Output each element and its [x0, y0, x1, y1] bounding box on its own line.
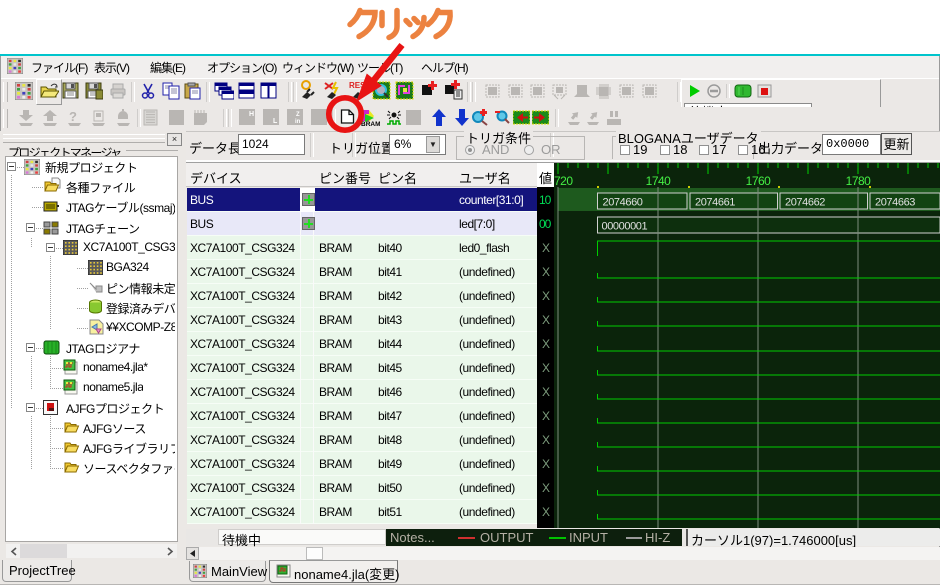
svg-text:1780: 1780 — [846, 174, 872, 188]
svg-text:2074663: 2074663 — [875, 197, 915, 209]
svg-text:H: H — [249, 111, 254, 118]
svg-text:2074660: 2074660 — [603, 197, 643, 209]
svg-text:00000001: 00000001 — [602, 221, 648, 233]
svg-text:1740: 1740 — [646, 174, 672, 188]
svg-text:1760: 1760 — [746, 174, 772, 188]
svg-text:?: ? — [69, 109, 77, 124]
svg-text:2074662: 2074662 — [785, 197, 825, 209]
svg-text:2074661: 2074661 — [695, 197, 735, 209]
svg-text:720: 720 — [554, 174, 573, 188]
svg-text:L: L — [273, 118, 278, 125]
